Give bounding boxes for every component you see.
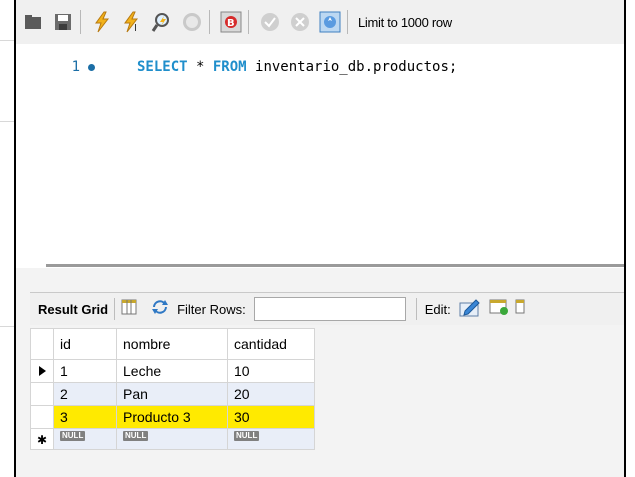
commit-icon[interactable]	[257, 9, 283, 35]
toolbar-separator	[415, 298, 417, 320]
new-row[interactable]: ✱ NULL NULL NULL	[30, 428, 315, 450]
editor-line: 1 SELECT * FROM inventario_db.productos;	[16, 56, 458, 78]
table-row-highlighted[interactable]: 3 Producto 3 30	[30, 405, 315, 429]
table-header: id nombre cantidad	[30, 328, 315, 360]
edit-label: Edit:	[424, 301, 451, 317]
save-icon[interactable]	[50, 9, 76, 35]
row-selector-header	[30, 328, 54, 360]
stop-icon[interactable]	[179, 9, 205, 35]
cell-id-null[interactable]: NULL	[53, 428, 117, 450]
insert-row-icon[interactable]	[489, 298, 509, 321]
table-row[interactable]: 1 Leche 10	[30, 359, 315, 383]
row-selector[interactable]	[30, 382, 54, 406]
open-folder-icon[interactable]	[20, 9, 46, 35]
toolbar-separator	[248, 10, 249, 34]
filter-rows-input[interactable]	[253, 297, 406, 321]
line-number: 1	[71, 59, 80, 75]
column-header-cantidad[interactable]: cantidad	[227, 328, 315, 360]
result-table: id nombre cantidad 1 Leche 10 2 Pan 20 3…	[30, 328, 315, 450]
current-row-arrow-icon	[30, 359, 54, 383]
divider	[0, 121, 14, 122]
cell-id[interactable]: 1	[53, 359, 117, 383]
divider	[0, 326, 14, 327]
cell-id[interactable]: 2	[53, 382, 117, 406]
sql-editor[interactable]: 1 SELECT * FROM inventario_db.productos;	[16, 44, 624, 268]
toolbar-separator	[114, 298, 116, 320]
statement-marker-icon	[88, 63, 95, 71]
table-row[interactable]: 2 Pan 20	[30, 382, 315, 406]
grid-view-icon[interactable]	[121, 299, 137, 320]
toggle-error-icon[interactable]: B	[218, 9, 244, 35]
toolbar-separator	[209, 10, 210, 34]
refresh-icon[interactable]	[151, 299, 169, 320]
column-header-id[interactable]: id	[53, 328, 117, 360]
toolbar-separator	[80, 10, 81, 34]
cell-cantidad-null[interactable]: NULL	[227, 428, 315, 450]
cell-nombre[interactable]: Leche	[116, 359, 228, 383]
cell-nombre[interactable]: Pan	[116, 382, 228, 406]
cell-nombre-null[interactable]: NULL	[116, 428, 228, 450]
rollback-icon[interactable]	[287, 9, 313, 35]
cell-nombre[interactable]: Producto 3	[116, 405, 228, 429]
execute-current-icon[interactable]: I	[119, 9, 145, 35]
result-grid-tab[interactable]: Result Grid	[38, 302, 108, 317]
query-toolbar: I B Limit to 1000 row	[16, 0, 624, 44]
autocommit-icon[interactable]	[317, 9, 343, 35]
svg-text:B: B	[227, 18, 235, 29]
cell-cantidad[interactable]: 20	[227, 382, 315, 406]
explain-icon[interactable]	[149, 9, 175, 35]
query-window: I B Limit to 1000 row 1 SELECT * FROM in…	[14, 0, 626, 477]
cell-cantidad[interactable]: 10	[227, 359, 315, 383]
toolbar-separator	[347, 10, 348, 34]
sql-statement[interactable]: SELECT * FROM inventario_db.productos;	[137, 59, 457, 75]
column-header-nombre[interactable]: nombre	[116, 328, 228, 360]
new-row-star-icon: ✱	[30, 428, 54, 450]
delete-row-icon[interactable]	[515, 298, 525, 321]
cell-id[interactable]: 3	[53, 405, 117, 429]
row-selector[interactable]	[30, 405, 54, 429]
cell-cantidad[interactable]: 30	[227, 405, 315, 429]
svg-text:I: I	[134, 23, 137, 33]
filter-rows-label: Filter Rows:	[177, 301, 246, 317]
panel-splitter[interactable]	[46, 264, 624, 267]
divider	[0, 40, 14, 41]
execute-icon[interactable]	[89, 9, 115, 35]
edit-row-icon[interactable]	[459, 297, 481, 322]
left-margin	[0, 0, 14, 477]
result-grid: id nombre cantidad 1 Leche 10 2 Pan 20 3…	[30, 328, 315, 450]
limit-rows-select[interactable]: Limit to 1000 row	[358, 15, 452, 30]
result-toolbar: Result Grid Filter Rows: Edit:	[30, 292, 624, 325]
